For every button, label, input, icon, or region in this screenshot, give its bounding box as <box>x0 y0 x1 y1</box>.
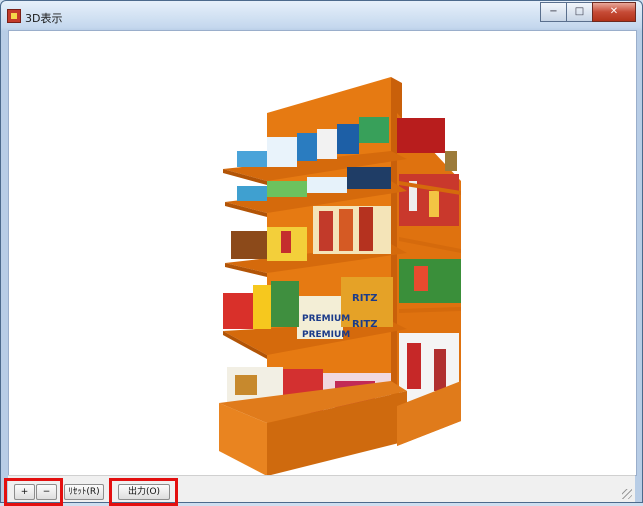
product-label-ritz-2: RITZ <box>352 319 378 330</box>
product-label-premium: PREMIUM <box>302 314 350 324</box>
close-button[interactable]: ✕ <box>592 2 636 22</box>
app-window: 3D表示 − □ ✕ PREMIUM RITZ PREMIUM RITZ + −… <box>0 0 643 506</box>
zoom-buttons-highlight <box>4 478 63 506</box>
product-label-premium-2: PREMIUM <box>302 330 350 340</box>
product-label-ritz: RITZ <box>352 293 378 304</box>
output-button-highlight <box>109 478 178 506</box>
caption-buttons: − □ ✕ <box>540 2 636 22</box>
maximize-button[interactable]: □ <box>566 2 593 22</box>
minimize-button[interactable]: − <box>540 2 567 22</box>
3d-viewport[interactable]: PREMIUM RITZ PREMIUM RITZ <box>8 30 637 476</box>
title-bar[interactable]: 3D表示 − □ ✕ <box>1 1 642 29</box>
bottom-toolbar: + − ﾘｾｯﾄ(R) 出力(O) <box>4 475 635 506</box>
app-icon <box>7 9 21 23</box>
resize-grip[interactable] <box>622 489 632 499</box>
reset-button[interactable]: ﾘｾｯﾄ(R) <box>64 484 104 500</box>
shelf-3d-render: PREMIUM RITZ PREMIUM RITZ <box>219 77 461 476</box>
window-title: 3D表示 <box>25 12 63 25</box>
